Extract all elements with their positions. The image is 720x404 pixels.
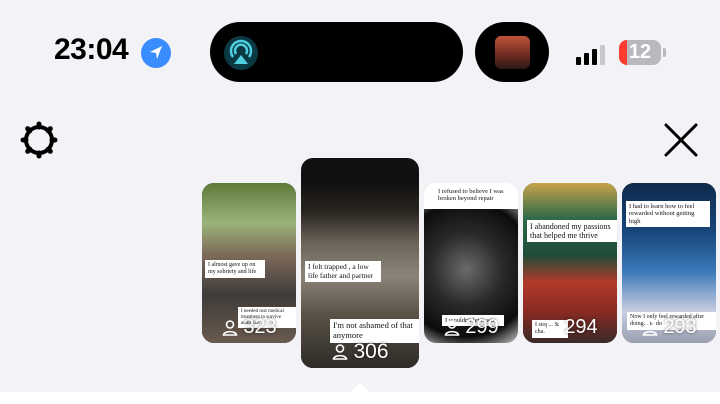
reel-card[interactable]: I abandoned my passions that helped me t… xyxy=(523,183,617,343)
reel-card-selected[interactable]: I felt trapped , a low life father and p… xyxy=(301,158,419,368)
person-icon xyxy=(642,319,658,336)
battery-nub xyxy=(663,48,666,57)
reel-card[interactable]: I almost gave up on my sobriety and life… xyxy=(202,183,296,343)
viewer-count-value: 299 xyxy=(465,316,499,338)
reel-caption: I refused to believe I was broken beyond… xyxy=(438,188,504,203)
viewer-count-value: 323 xyxy=(243,316,277,338)
cellular-signal-icon xyxy=(576,45,605,65)
reel-caption: I felt trapped , a low life father and p… xyxy=(305,261,381,283)
gear-icon[interactable] xyxy=(20,121,58,159)
battery-indicator: 12 xyxy=(619,40,661,65)
reel-caption: I had to learn how to feel rewarded with… xyxy=(626,201,710,228)
selection-pointer xyxy=(343,382,377,400)
reel-card[interactable]: I refused to believe I was broken beyond… xyxy=(424,183,518,343)
viewer-count: 323 xyxy=(202,316,296,339)
reel-caption: I abandoned my passions that helped me t… xyxy=(527,220,617,243)
album-art-thumbnail xyxy=(495,36,530,69)
reel-card[interactable]: I had to learn how to feel rewarded with… xyxy=(622,183,716,343)
person-icon xyxy=(333,344,348,360)
status-time: 23:04 xyxy=(54,33,129,66)
viewer-count-value: 294 xyxy=(564,316,598,338)
close-icon[interactable] xyxy=(662,121,700,159)
dynamic-island[interactable] xyxy=(210,22,463,82)
viewer-count-value: 293 xyxy=(663,316,697,338)
viewer-count-value: 306 xyxy=(353,340,389,363)
now-playing-artwork[interactable] xyxy=(475,22,549,82)
airplay-icon xyxy=(224,36,258,70)
viewer-count: 299 xyxy=(424,316,518,339)
reel-caption: I'm not ashamed of that anymore xyxy=(330,319,419,343)
battery-percent: 12 xyxy=(628,41,652,63)
person-icon xyxy=(222,319,238,336)
reel-caption: I almost gave up on my sobriety and life xyxy=(205,260,265,278)
viewer-count: 294 xyxy=(523,316,617,339)
viewer-count: 293 xyxy=(622,316,716,339)
location-arrow-icon xyxy=(141,38,171,68)
person-icon xyxy=(543,319,559,336)
viewer-count: 306 xyxy=(301,340,419,364)
person-icon xyxy=(444,319,460,336)
